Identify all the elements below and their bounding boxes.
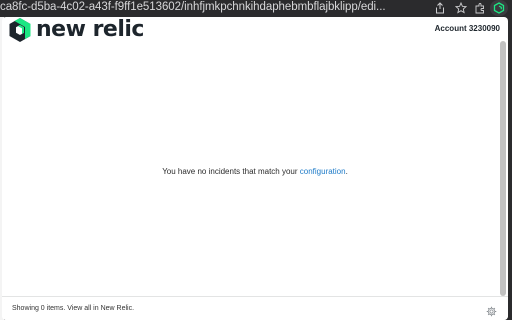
browser-toolbar: ca8fc-d5ba-4c02-a43f-f9ff1e513602/inhfjm… — [0, 0, 512, 17]
new-relic-logo-icon — [9, 18, 31, 42]
share-icon[interactable] — [434, 2, 446, 14]
empty-state-punctuation: . — [345, 167, 348, 176]
star-icon[interactable] — [454, 1, 468, 14]
account-label: Account 3230090 — [434, 24, 500, 33]
empty-state-text: You have no incidents that match your — [162, 167, 300, 176]
gear-icon[interactable] — [486, 304, 497, 317]
popup-header: new relic Account 3230090 — [2, 17, 508, 45]
new-relic-logo: new relic — [9, 18, 144, 42]
empty-state-message: You have no incidents that match your co… — [2, 167, 508, 176]
logo-wordmark: new relic — [36, 17, 144, 42]
extension-popup: new relic Account 3230090 You have no in… — [2, 17, 508, 320]
puzzle-icon[interactable] — [474, 2, 486, 14]
new-relic-extension-icon[interactable] — [490, 0, 508, 16]
footer-status-text[interactable]: Showing 0 items. View all in New Relic. — [12, 305, 134, 312]
address-bar[interactable]: ca8fc-d5ba-4c02-a43f-f9ff1e513602/inhfjm… — [0, 1, 386, 13]
configuration-link[interactable]: configuration — [300, 167, 346, 176]
popup-footer: Showing 0 items. View all in New Relic. — [2, 296, 508, 320]
scrollbar-thumb[interactable] — [500, 41, 506, 296]
